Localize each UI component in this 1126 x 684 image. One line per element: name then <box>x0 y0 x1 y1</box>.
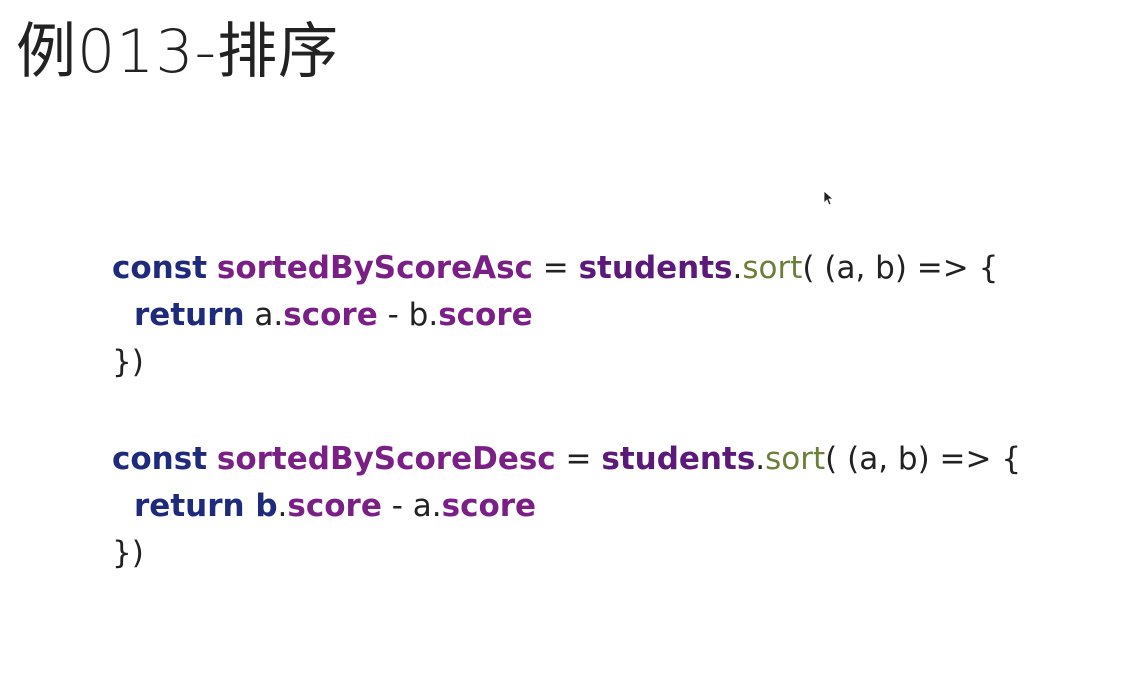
slide-title: 例013-排序 <box>16 17 340 87</box>
object-name: students <box>578 250 733 286</box>
object-name: students <box>601 441 756 477</box>
member-dot: . <box>273 297 284 333</box>
identifier-b: b <box>244 488 278 524</box>
minus-operator: - <box>381 488 413 524</box>
property-score: score <box>441 488 537 524</box>
identifier-a: a <box>244 297 274 333</box>
property-score: score <box>287 488 382 524</box>
variable-name: sortedByScoreAsc <box>216 250 533 286</box>
arrow-function-params: ( (a, b) => { <box>802 250 999 286</box>
code-block-sort-descending: const sortedByScoreDesc = students.sort(… <box>112 436 1092 577</box>
method-name: sort <box>765 441 826 477</box>
code-line-asc-declaration: const sortedByScoreAsc = students.sort( … <box>112 245 1092 292</box>
keyword-return: return <box>134 488 245 524</box>
keyword-const: const <box>112 250 208 286</box>
identifier-b: b <box>408 297 429 333</box>
property-score: score <box>438 297 533 333</box>
identifier-a: a <box>412 488 432 524</box>
method-name: sort <box>742 250 803 286</box>
keyword-return: return <box>134 297 245 333</box>
closing-brackets: }) <box>112 535 144 571</box>
code-block-sort-ascending: const sortedByScoreAsc = students.sort( … <box>112 245 1092 386</box>
keyword-const: const <box>112 441 208 477</box>
code-line-desc-declaration: const sortedByScoreDesc = students.sort(… <box>112 436 1092 483</box>
code-line-desc-close: }) <box>112 530 1092 577</box>
minus-operator: - <box>377 297 409 333</box>
member-dot: . <box>755 441 766 477</box>
variable-name: sortedByScoreDesc <box>216 441 556 477</box>
member-dot: . <box>732 250 743 286</box>
code-line-asc-return: return a.score - b.score <box>112 292 1092 339</box>
arrow-function-params: ( (a, b) => { <box>825 441 1022 477</box>
assignment-operator: = <box>532 250 579 286</box>
code-line-desc-return: return b.score - a.score <box>112 483 1092 530</box>
code-line-asc-close: }) <box>112 339 1092 386</box>
member-dot: . <box>428 297 439 333</box>
property-score: score <box>283 297 378 333</box>
member-dot: . <box>277 488 288 524</box>
member-dot: . <box>431 488 442 524</box>
mouse-pointer-icon <box>823 190 833 206</box>
assignment-operator: = <box>555 441 602 477</box>
closing-brackets: }) <box>112 344 144 380</box>
